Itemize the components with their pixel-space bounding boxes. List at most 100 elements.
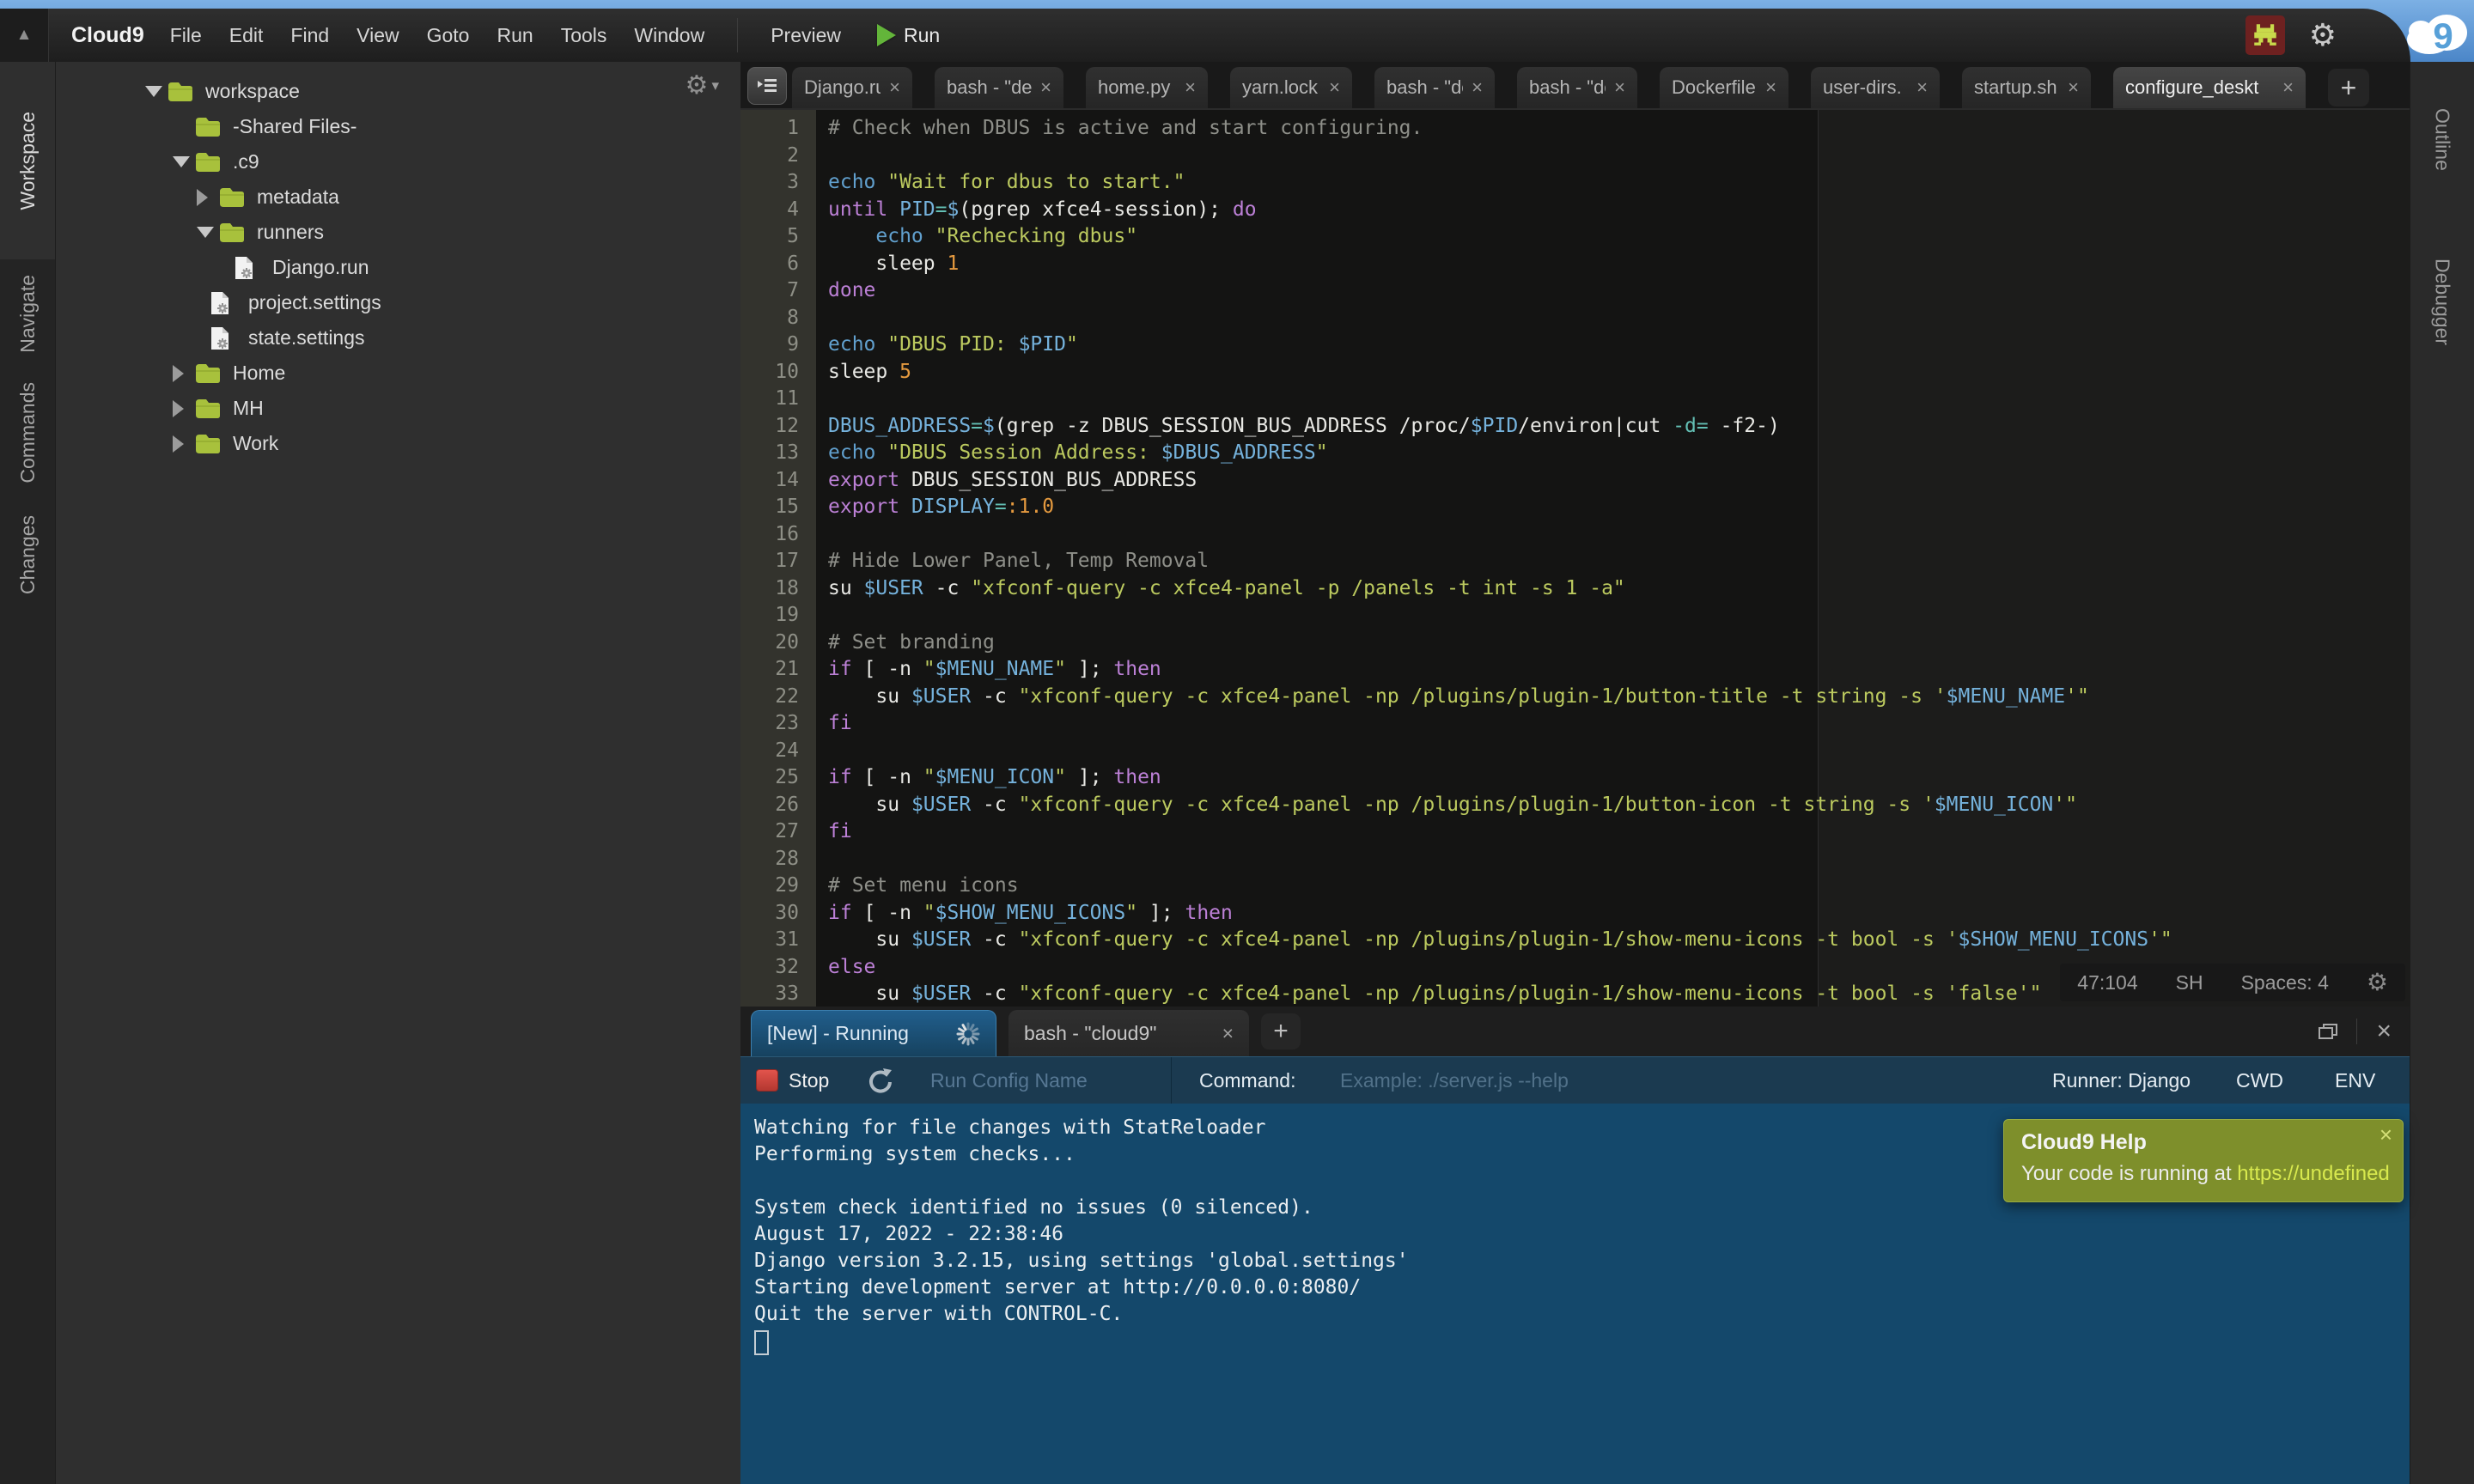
editor-tab-configure-deskt[interactable]: configure_deskt× (2113, 67, 2306, 108)
expand-arrow-icon[interactable] (173, 365, 195, 382)
cwd-button[interactable]: CWD (2236, 1057, 2283, 1104)
editor-tab-bash-de[interactable]: bash - "de× (1517, 67, 1637, 108)
expand-arrow-icon[interactable] (197, 189, 219, 206)
syntax-mode[interactable]: SH (2176, 971, 2203, 994)
tree-item-work[interactable]: Work (56, 426, 741, 461)
menu-tools[interactable]: Tools (547, 24, 621, 47)
popup-close-icon[interactable]: × (2380, 1123, 2392, 1146)
code-line: DBUS_ADDRESS=$(grep -z DBUS_SESSION_BUS_… (828, 413, 2410, 441)
code-line: echo "Wait for dbus to start." (828, 169, 2410, 197)
new-tab-button[interactable]: + (2328, 69, 2369, 106)
tab-close-icon[interactable]: × (1040, 76, 1051, 99)
right-tab-outline[interactable]: Outline (2410, 79, 2474, 199)
menu-view[interactable]: View (343, 24, 412, 47)
editor-tab-yarn-lock[interactable]: yarn.lock× (1230, 67, 1352, 108)
tab-close-icon[interactable]: × (1765, 76, 1776, 99)
env-button[interactable]: ENV (2335, 1057, 2375, 1104)
sidebar-tab-workspace[interactable]: Workspace (0, 62, 55, 259)
maximize-panel-icon[interactable] (2319, 1024, 2337, 1039)
editor-tab-startup-sh[interactable]: startup.sh× (1962, 67, 2091, 108)
restart-button[interactable] (866, 1057, 893, 1104)
tree-item-mh[interactable]: MH (56, 391, 741, 426)
tree-item-state-settings[interactable]: state.settings (56, 320, 741, 356)
tree-item-django-run[interactable]: Django.run (56, 250, 741, 285)
tab-list-button[interactable] (747, 67, 787, 105)
indent-setting[interactable]: Spaces: 4 (2241, 971, 2329, 994)
console-tab-new-running[interactable]: [New] - Running (751, 1010, 996, 1056)
tree-item-shared-files[interactable]: -Shared Files- (56, 109, 741, 144)
code-line (828, 143, 2410, 170)
collapse-arrow-icon[interactable] (197, 227, 219, 238)
tree-item-project-settings[interactable]: project.settings (56, 285, 741, 320)
console-tab-close-icon[interactable]: × (1222, 1022, 1234, 1045)
tab-close-icon[interactable]: × (2068, 76, 2079, 99)
code-line (828, 602, 2410, 629)
expand-arrow-icon[interactable] (173, 435, 195, 453)
expand-arrow-icon[interactable] (173, 400, 195, 417)
tab-close-icon[interactable]: × (1329, 76, 1340, 99)
code-editor[interactable]: # Check when DBUS is active and start co… (816, 110, 2410, 1007)
collapse-arrow-icon[interactable] (173, 156, 195, 167)
menu-edit[interactable]: Edit (216, 24, 277, 47)
right-tab-debugger[interactable]: Debugger (2410, 221, 2474, 384)
editor-tabs: Django.ru×bash - "de×home.py×yarn.lock×b… (792, 67, 2369, 108)
tree-item-metadata[interactable]: metadata (56, 179, 741, 215)
svg-text:9: 9 (2433, 15, 2453, 56)
tab-close-icon[interactable]: × (2282, 76, 2294, 99)
new-console-tab-button[interactable]: + (1261, 1013, 1301, 1049)
tab-label: home.py (1098, 76, 1176, 99)
code-line: until PID=$(pgrep xfce4-session); do (828, 197, 2410, 224)
menu-find[interactable]: Find (277, 24, 343, 47)
sidebar-tab-commands[interactable]: Commands (0, 381, 55, 484)
editor-tab-home-py[interactable]: home.py × (1086, 67, 1208, 108)
run-button-label: Run (904, 24, 940, 47)
code-line: if [ -n "$MENU_NAME" ]; then (828, 656, 2410, 684)
editor-tab-bash-de[interactable]: bash - "de× (1374, 67, 1495, 108)
tree-item-workspace[interactable]: workspace (56, 74, 741, 109)
menu-preview[interactable]: Preview (757, 24, 855, 47)
tab-close-icon[interactable]: × (1916, 76, 1928, 99)
menu-run[interactable]: Run (483, 24, 546, 47)
collapse-arrow-icon[interactable] (145, 86, 168, 97)
collapse-menubar-button[interactable]: ▲ (0, 9, 49, 62)
stop-button-label[interactable]: Stop (789, 1057, 829, 1104)
tab-close-icon[interactable]: × (889, 76, 900, 99)
tab-close-icon[interactable]: × (1472, 76, 1483, 99)
sidebar-tab-label: Commands (16, 382, 40, 484)
cursor-position[interactable]: 47:104 (2077, 971, 2137, 994)
terminal-line: Django version 3.2.15, using settings 'g… (754, 1248, 2410, 1274)
bug-report-icon[interactable] (2245, 15, 2285, 55)
tab-close-icon[interactable]: × (1614, 76, 1625, 99)
folder-icon (195, 117, 222, 137)
stop-button[interactable] (756, 1057, 778, 1104)
terminal-cursor (754, 1330, 769, 1355)
tree-item-c9[interactable]: .c9 (56, 144, 741, 179)
folder-icon (219, 222, 247, 243)
tree-item-home[interactable]: Home (56, 356, 741, 391)
editor-tab-bash-de[interactable]: bash - "de× (935, 67, 1063, 108)
run-button[interactable]: Run (877, 24, 940, 47)
tree-item-label: project.settings (248, 291, 381, 314)
menu-window[interactable]: Window (620, 24, 718, 47)
command-input[interactable]: Example: ./server.js --help (1340, 1057, 1569, 1104)
close-panel-icon[interactable]: × (2376, 1019, 2392, 1044)
code-line: if [ -n "$MENU_ICON" ]; then (828, 764, 2410, 792)
code-line (828, 305, 2410, 332)
tree-item-runners[interactable]: runners (56, 215, 741, 250)
sidebar-tab-changes[interactable]: Changes (0, 506, 55, 605)
running-url-link[interactable]: https://undefined (2237, 1162, 2389, 1185)
editor-tab-user-dirs[interactable]: user-dirs.× (1811, 67, 1940, 108)
console-tab-bash-cloud9[interactable]: bash - "cloud9"× (1008, 1010, 1249, 1056)
runner-selector[interactable]: Runner: Django (2052, 1057, 2191, 1104)
settings-gear-icon[interactable]: ⚙ (2309, 20, 2337, 51)
sidebar-tab-navigate[interactable]: Navigate (0, 265, 55, 362)
editor-settings-gear-icon[interactable]: ⚙ (2367, 970, 2388, 994)
menu-goto[interactable]: Goto (413, 24, 484, 47)
run-config-name-input[interactable]: Run Config Name (930, 1057, 1088, 1104)
editor-tab-django-ru[interactable]: Django.ru× (792, 67, 912, 108)
app-title[interactable]: Cloud9 (71, 23, 144, 48)
menubar-divider (737, 18, 738, 52)
editor-tab-dockerfile[interactable]: Dockerfile× (1660, 67, 1788, 108)
tab-close-icon[interactable]: × (1185, 76, 1196, 99)
menu-file[interactable]: File (156, 24, 216, 47)
